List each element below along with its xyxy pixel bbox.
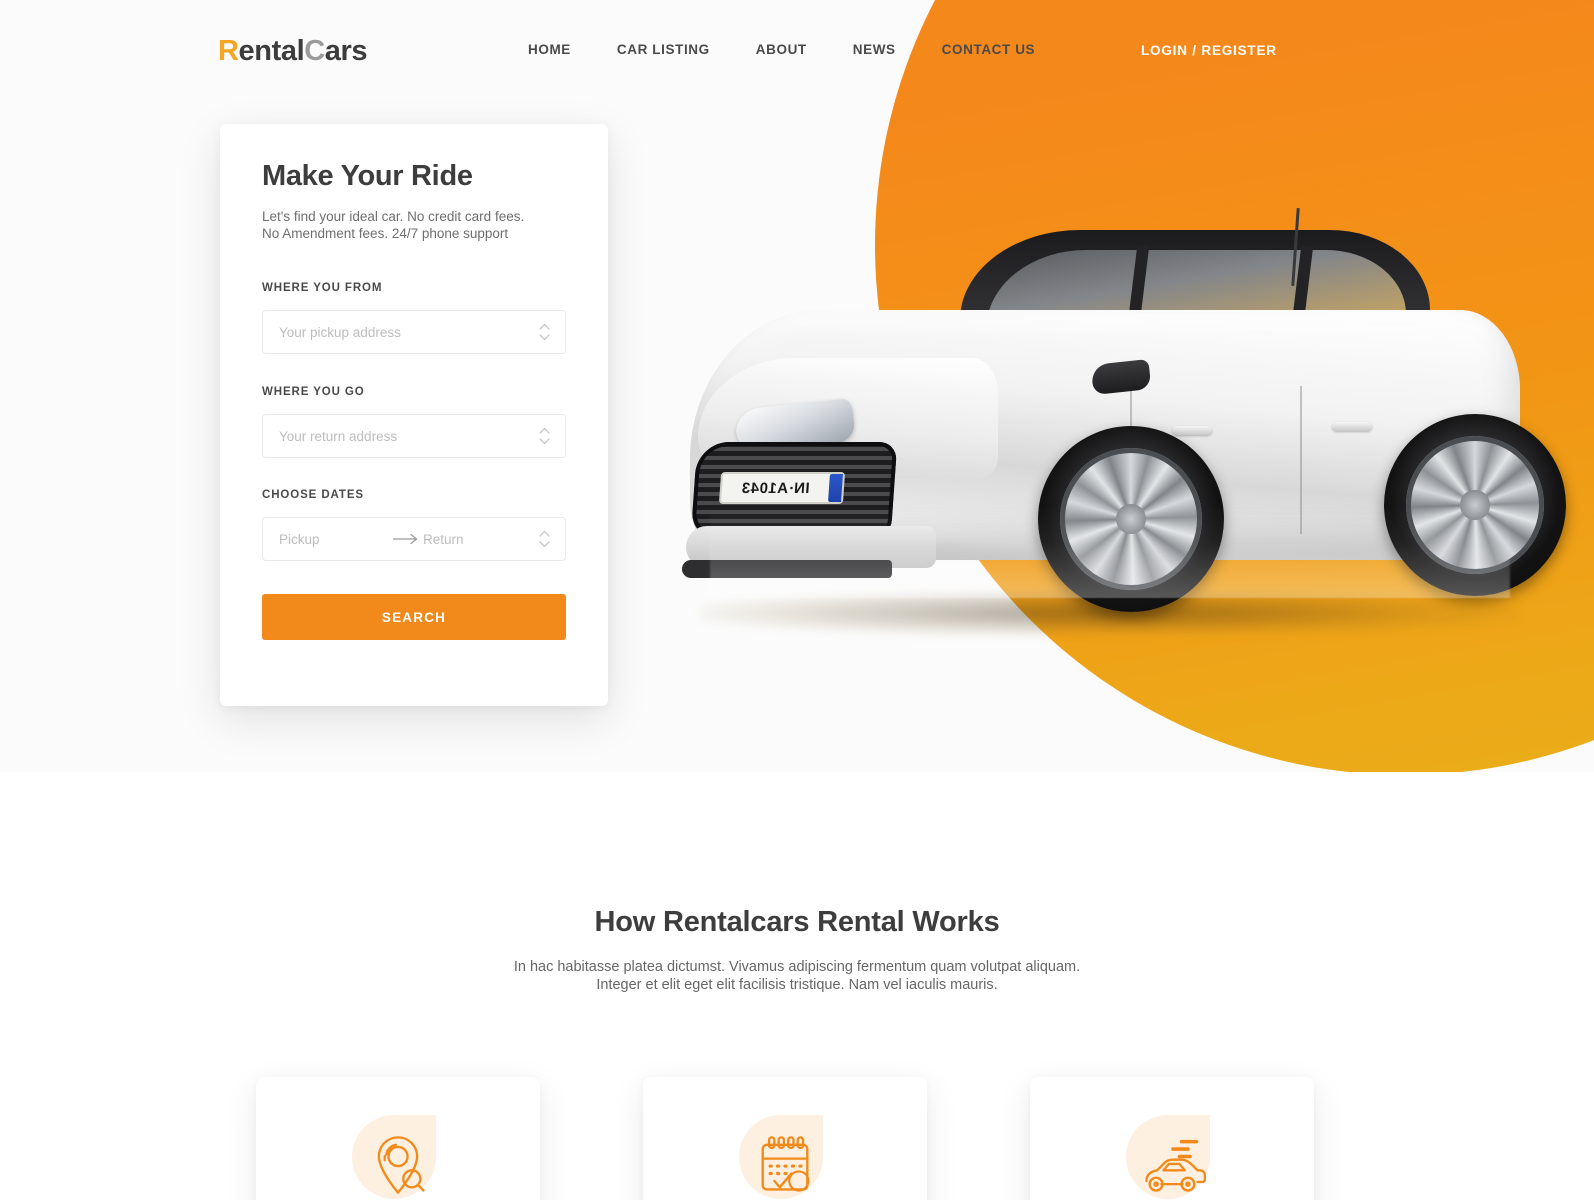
logo-letter-r: R bbox=[218, 35, 239, 67]
date-range-input[interactable]: Pickup Return bbox=[262, 517, 566, 561]
return-date-placeholder[interactable]: Return bbox=[423, 532, 537, 547]
return-location-input[interactable]: Your return address bbox=[262, 414, 566, 458]
logo-text-ental: ental bbox=[238, 35, 305, 67]
how-it-works-section: How Rentalcars Rental Works In hac habit… bbox=[0, 772, 1594, 1200]
chevron-down-icon bbox=[538, 334, 550, 341]
chevron-updown-icon[interactable] bbox=[537, 323, 551, 341]
pickup-location-input[interactable]: Your pickup address bbox=[262, 310, 566, 354]
logo-text-ars: ars bbox=[324, 35, 368, 67]
hero-car-image: IN·A1043 bbox=[660, 190, 1566, 690]
license-plate-text: IN·A1043 bbox=[740, 479, 811, 497]
chevron-down-icon bbox=[538, 541, 550, 548]
car-door-handle-front bbox=[1172, 426, 1212, 435]
chevron-up-icon bbox=[538, 530, 550, 537]
choose-dates-group: CHOOSE DATES Pickup Return bbox=[262, 489, 566, 561]
nav-item-news[interactable]: NEWS bbox=[853, 42, 896, 57]
works-card-choose-location[interactable] bbox=[256, 1077, 540, 1200]
ride-search-card: Make Your Ride Let's find your ideal car… bbox=[220, 124, 608, 706]
chevron-updown-icon[interactable] bbox=[537, 427, 551, 445]
chevron-up-icon bbox=[538, 323, 550, 330]
site-logo[interactable]: RentalCars bbox=[218, 35, 368, 68]
logo-letter-c: C bbox=[304, 35, 325, 67]
car-speed-icon bbox=[1118, 1111, 1226, 1200]
nav-item-car-listing[interactable]: CAR LISTING bbox=[617, 42, 710, 57]
nav-item-contact-us[interactable]: CONTACT US bbox=[942, 42, 1036, 57]
location-pin-search-icon bbox=[344, 1111, 452, 1200]
eu-plate-band bbox=[828, 474, 843, 502]
car-reflection bbox=[710, 504, 1510, 598]
primary-navigation: HOME CAR LISTING ABOUT NEWS CONTACT US bbox=[528, 42, 1035, 57]
return-location-placeholder: Your return address bbox=[279, 428, 398, 444]
car-door-handle-rear bbox=[1332, 422, 1372, 431]
nav-item-home[interactable]: HOME bbox=[528, 42, 571, 57]
site-header: RentalCars HOME CAR LISTING ABOUT NEWS C… bbox=[0, 0, 1594, 103]
pickup-location-group: WHERE YOU FROM Your pickup address bbox=[262, 282, 566, 354]
chevron-down-icon bbox=[538, 438, 550, 445]
nav-item-about[interactable]: ABOUT bbox=[756, 42, 807, 57]
pickup-location-placeholder: Your pickup address bbox=[279, 324, 401, 340]
works-card-pick-date[interactable] bbox=[643, 1077, 927, 1200]
how-it-works-subtitle: In hac habitasse platea dictumst. Vivamu… bbox=[513, 959, 1081, 993]
arrow-right-icon bbox=[389, 533, 423, 545]
chevron-updown-icon[interactable] bbox=[537, 530, 551, 548]
return-location-label: WHERE YOU GO bbox=[262, 386, 365, 398]
search-card-subtitle: Let's find your ideal car. No credit car… bbox=[262, 209, 525, 241]
chevron-up-icon bbox=[538, 427, 550, 434]
landing-page: IN·A1043 RentalCars HOME CAR LISTING ABO… bbox=[0, 0, 1594, 1200]
return-location-group: WHERE YOU GO Your return address bbox=[262, 386, 566, 458]
pickup-date-placeholder[interactable]: Pickup bbox=[279, 532, 389, 547]
how-it-works-cards bbox=[256, 1077, 1314, 1200]
how-it-works-title: How Rentalcars Rental Works bbox=[594, 906, 1000, 938]
login-register-link[interactable]: LOGIN / REGISTER bbox=[1141, 43, 1277, 58]
calendar-check-icon bbox=[731, 1111, 839, 1200]
works-card-book-car[interactable] bbox=[1030, 1077, 1314, 1200]
search-card-title: Make Your Ride bbox=[262, 160, 473, 192]
pickup-location-label: WHERE YOU FROM bbox=[262, 282, 383, 294]
car-license-plate: IN·A1043 bbox=[718, 472, 846, 504]
search-button[interactable]: SEARCH bbox=[262, 594, 566, 640]
choose-dates-label: CHOOSE DATES bbox=[262, 489, 364, 501]
